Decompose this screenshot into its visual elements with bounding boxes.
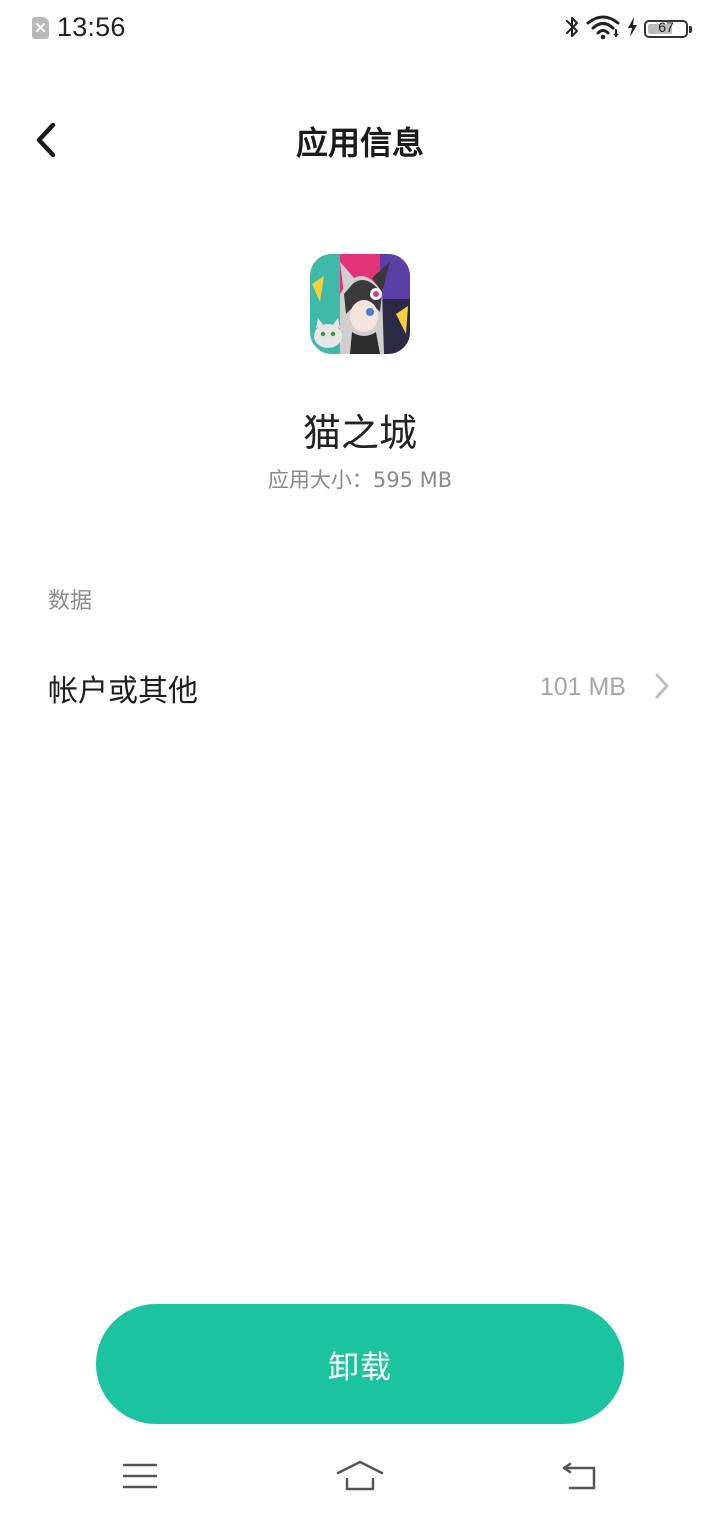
back-nav-button[interactable] [550, 1454, 610, 1498]
nav-bar [0, 1436, 720, 1520]
app-size: 应用大小：595 MB [267, 468, 453, 492]
status-left: 13:56 [32, 12, 126, 43]
chevron-right-icon [655, 673, 669, 699]
list-item-value: 101 MB [539, 673, 626, 701]
clock: 13:56 [57, 12, 126, 42]
battery-icon: 67 [644, 19, 692, 38]
list-item-account-or-other[interactable]: 帐户或其他 101 MB [0, 640, 720, 734]
menu-icon [122, 1463, 158, 1489]
battery-cap [689, 26, 692, 33]
home-icon [336, 1460, 384, 1491]
uninstall-label: 卸载 [328, 1349, 392, 1386]
header: 应用信息 [0, 100, 720, 180]
home-button[interactable] [330, 1454, 390, 1498]
app-name: 猫之城 [302, 411, 417, 455]
bluetooth-icon [564, 14, 580, 44]
section-title-data: 数据 [48, 589, 93, 614]
status-bar: 13:56 67 [0, 0, 720, 58]
status-right: 67 [558, 14, 692, 44]
battery-level: 67 [658, 19, 674, 35]
sim-error-icon [32, 16, 49, 39]
menu-button[interactable] [110, 1454, 170, 1498]
back-icon [562, 1462, 596, 1490]
uninstall-button[interactable]: 卸载 [96, 1304, 624, 1424]
list-item-label: 帐户或其他 [48, 674, 198, 709]
charging-icon [626, 16, 638, 42]
page-title: 应用信息 [295, 124, 424, 162]
app-icon [310, 254, 410, 354]
wifi-icon [586, 14, 620, 44]
